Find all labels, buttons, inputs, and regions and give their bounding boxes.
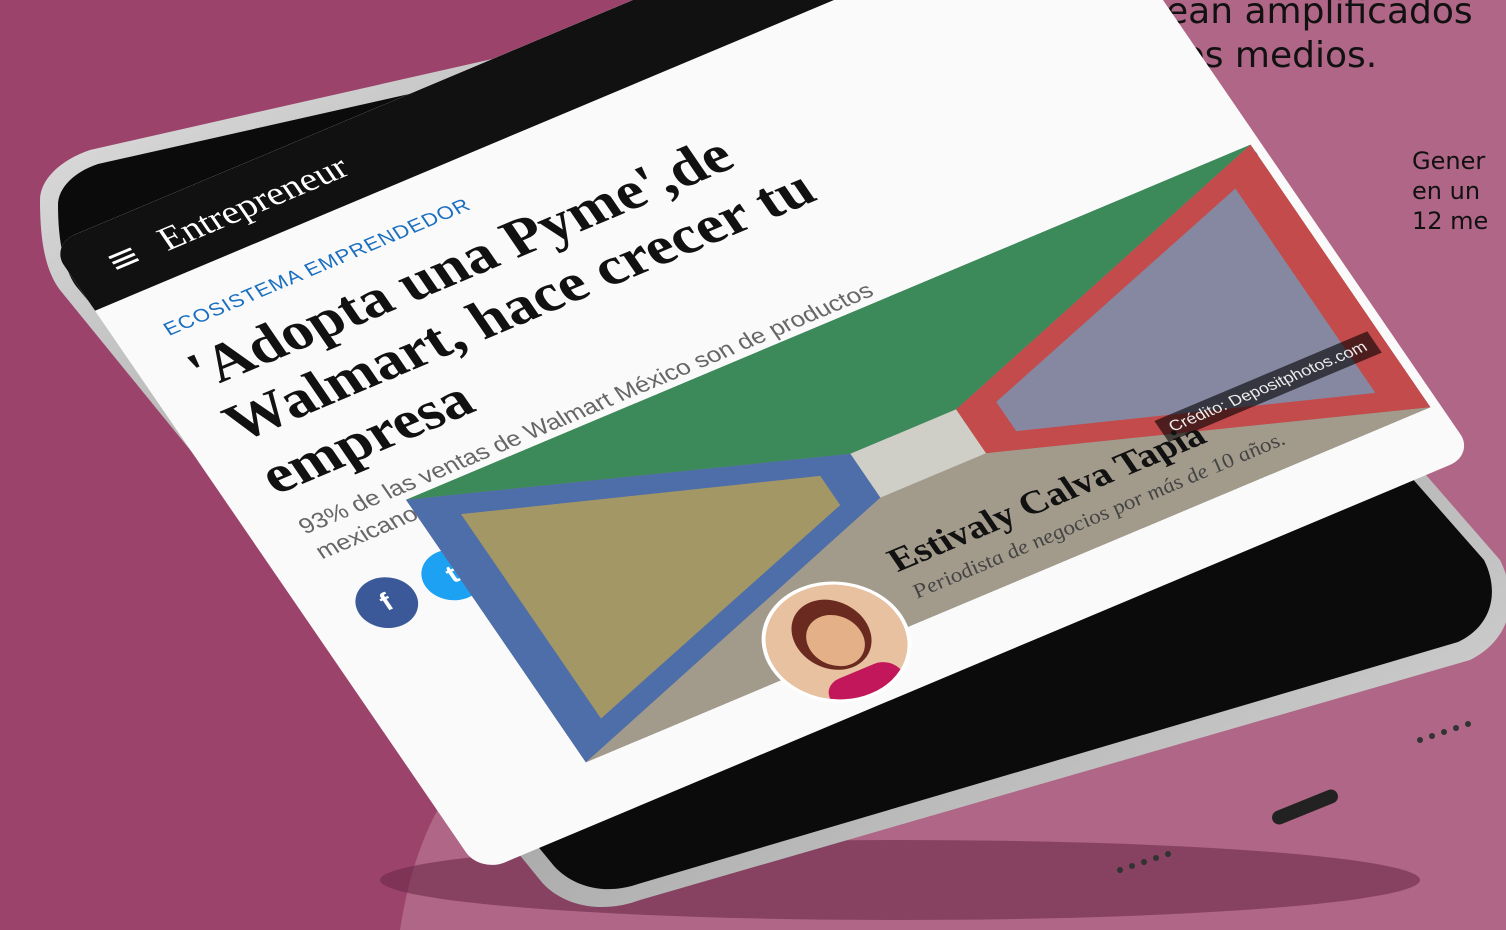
hamburger-icon[interactable]: ≡ [97,235,149,281]
charging-port [1272,789,1338,825]
facebook-icon[interactable]: f [344,568,430,637]
facebook-label: f [373,588,400,617]
speaker-grill-right [1417,721,1471,743]
